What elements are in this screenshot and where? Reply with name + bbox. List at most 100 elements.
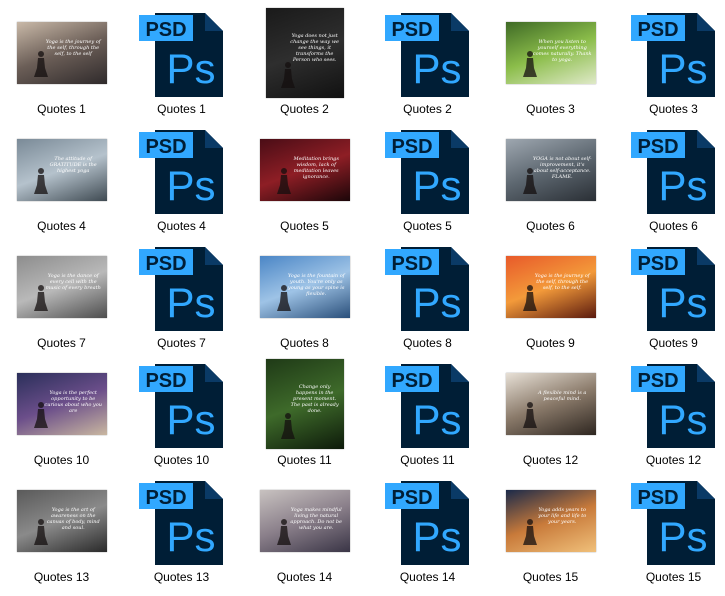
psd-tab-label: PSD [391, 19, 432, 41]
file-name-label: Quotes 4 [37, 219, 86, 233]
quote-text: Meditation brings wisdom, lack of medita… [293, 156, 339, 181]
ps-logo-text: Ps [658, 279, 707, 326]
jpg-file-item[interactable]: Yoga adds years to your life and life to… [489, 472, 612, 589]
ps-logo-text: Ps [412, 162, 461, 209]
ps-logo-text: Ps [658, 45, 707, 92]
file-thumbnail: PSD Ps [366, 472, 489, 570]
file-thumbnail: PSD Ps [612, 121, 725, 219]
ps-logo-text: Ps [412, 396, 461, 443]
jpg-file-item[interactable]: Meditation brings wisdom, lack of medita… [243, 121, 366, 238]
image-thumbnail: Change only happens in the present momen… [265, 359, 344, 449]
jpg-file-item[interactable]: Yoga is the journey of the self, through… [489, 238, 612, 355]
psd-tab-label: PSD [391, 136, 432, 158]
psd-file-item[interactable]: PSD Ps Quotes 8 [366, 238, 489, 355]
file-thumbnail: PSD Ps [366, 238, 489, 336]
psd-file-item[interactable]: PSD Ps Quotes 2 [366, 4, 489, 121]
psd-file-item[interactable]: PSD Ps Quotes 1 [120, 4, 243, 121]
file-name-label: Quotes 4 [157, 219, 206, 233]
jpg-file-item[interactable]: Change only happens in the present momen… [243, 355, 366, 472]
file-name-label: Quotes 14 [276, 570, 333, 584]
psd-tab-label: PSD [145, 253, 186, 275]
file-thumbnail: PSD Ps [120, 4, 243, 102]
image-thumbnail: Yoga does not just change the way we see… [265, 8, 344, 98]
file-name-label: Quotes 14 [399, 570, 456, 584]
jpg-file-item[interactable]: Yoga does not just change the way we see… [243, 4, 366, 121]
file-name-label: Quotes 15 [645, 570, 702, 584]
psd-file-item[interactable]: PSD Ps Quotes 11 [366, 355, 489, 472]
psd-tab-label: PSD [637, 19, 678, 41]
file-name-label: Quotes 2 [403, 102, 452, 116]
file-thumbnail: PSD Ps [366, 121, 489, 219]
file-thumbnail: YOGA is not about self-improvement, it's… [489, 121, 612, 219]
quote-text: Yoga makes mindful living the natural ap… [290, 507, 342, 532]
jpg-file-item[interactable]: Yoga makes mindful living the natural ap… [243, 472, 366, 589]
photoshop-file-icon: PSD Ps [138, 247, 223, 331]
file-name-label: Quotes 13 [153, 570, 210, 584]
file-thumbnail: Meditation brings wisdom, lack of medita… [243, 121, 366, 219]
file-thumbnail: Yoga is the perfect opportunity to be cu… [0, 355, 123, 453]
psd-tab-label: PSD [637, 136, 678, 158]
jpg-file-item[interactable]: A flexible mind is a peaceful mind. Quote… [489, 355, 612, 472]
ps-logo-text: Ps [658, 513, 707, 560]
image-thumbnail: Yoga is the fountain of youth. You're on… [259, 256, 350, 318]
file-name-label: Quotes 1 [157, 102, 206, 116]
file-thumbnail: Change only happens in the present momen… [243, 355, 366, 453]
quote-text: YOGA is not about self-improvement, it's… [532, 156, 592, 181]
psd-tab-label: PSD [391, 487, 432, 509]
psd-tab-label: PSD [637, 487, 678, 509]
file-thumbnail: PSD Ps [612, 238, 725, 336]
file-thumbnail: Yoga is the journey of the self, through… [489, 238, 612, 336]
jpg-file-item[interactable]: Yoga is the perfect opportunity to be cu… [0, 355, 123, 472]
psd-file-item[interactable]: PSD Ps Quotes 12 [612, 355, 725, 472]
file-thumbnail: PSD Ps [120, 355, 243, 453]
file-name-label: Quotes 9 [526, 336, 575, 350]
photoshop-file-icon: PSD Ps [384, 481, 469, 565]
ps-logo-text: Ps [166, 45, 215, 92]
psd-file-item[interactable]: PSD Ps Quotes 13 [120, 472, 243, 589]
file-thumbnail: When you listen to yourself everything c… [489, 4, 612, 102]
psd-file-item[interactable]: PSD Ps Quotes 14 [366, 472, 489, 589]
file-thumbnail: Yoga adds years to your life and life to… [489, 472, 612, 570]
file-name-label: Quotes 1 [37, 102, 86, 116]
psd-file-item[interactable]: PSD Ps Quotes 4 [120, 121, 243, 238]
image-thumbnail: When you listen to yourself everything c… [505, 22, 596, 84]
photoshop-file-icon: PSD Ps [138, 364, 223, 448]
file-name-label: Quotes 7 [157, 336, 206, 350]
file-name-label: Quotes 13 [33, 570, 90, 584]
jpg-file-item[interactable]: Yoga is the journey of the self, through… [0, 4, 123, 121]
psd-file-item[interactable]: PSD Ps Quotes 15 [612, 472, 725, 589]
psd-file-item[interactable]: PSD Ps Quotes 9 [612, 238, 725, 355]
jpg-file-item[interactable]: YOGA is not about self-improvement, it's… [489, 121, 612, 238]
yoga-figure-icon [522, 401, 537, 428]
psd-file-item[interactable]: PSD Ps Quotes 5 [366, 121, 489, 238]
image-thumbnail: The attitude of GRATITUDE is the highest… [16, 139, 107, 201]
file-name-label: Quotes 2 [280, 102, 329, 116]
photoshop-file-icon: PSD Ps [630, 13, 715, 97]
quote-text: Yoga is the journey of the self, through… [534, 273, 590, 292]
image-thumbnail: Yoga makes mindful living the natural ap… [259, 490, 350, 552]
psd-tab-label: PSD [391, 253, 432, 275]
psd-file-item[interactable]: PSD Ps Quotes 7 [120, 238, 243, 355]
quote-text: Yoga is the dance of every cell with the… [45, 273, 101, 292]
file-name-label: Quotes 10 [153, 453, 210, 467]
file-name-label: Quotes 12 [522, 453, 579, 467]
file-name-label: Quotes 3 [649, 102, 698, 116]
file-thumbnail: Yoga makes mindful living the natural ap… [243, 472, 366, 570]
file-thumbnail: Yoga is the art of awareness on the canv… [0, 472, 123, 570]
jpg-file-item[interactable]: When you listen to yourself everything c… [489, 4, 612, 121]
file-name-label: Quotes 7 [37, 336, 86, 350]
psd-file-item[interactable]: PSD Ps Quotes 10 [120, 355, 243, 472]
file-thumbnail: PSD Ps [366, 4, 489, 102]
file-grid: Yoga is the journey of the self, through… [0, 0, 725, 596]
jpg-file-item[interactable]: Yoga is the fountain of youth. You're on… [243, 238, 366, 355]
image-thumbnail: Yoga is the art of awareness on the canv… [16, 490, 107, 552]
file-thumbnail: PSD Ps [612, 472, 725, 570]
ps-logo-text: Ps [166, 162, 215, 209]
quote-text: Change only happens in the present momen… [290, 384, 339, 415]
psd-file-item[interactable]: PSD Ps Quotes 6 [612, 121, 725, 238]
psd-file-item[interactable]: PSD Ps Quotes 3 [612, 4, 725, 121]
jpg-file-item[interactable]: Yoga is the art of awareness on the canv… [0, 472, 123, 589]
jpg-file-item[interactable]: Yoga is the dance of every cell with the… [0, 238, 123, 355]
jpg-file-item[interactable]: The attitude of GRATITUDE is the highest… [0, 121, 123, 238]
psd-tab-label: PSD [637, 253, 678, 275]
